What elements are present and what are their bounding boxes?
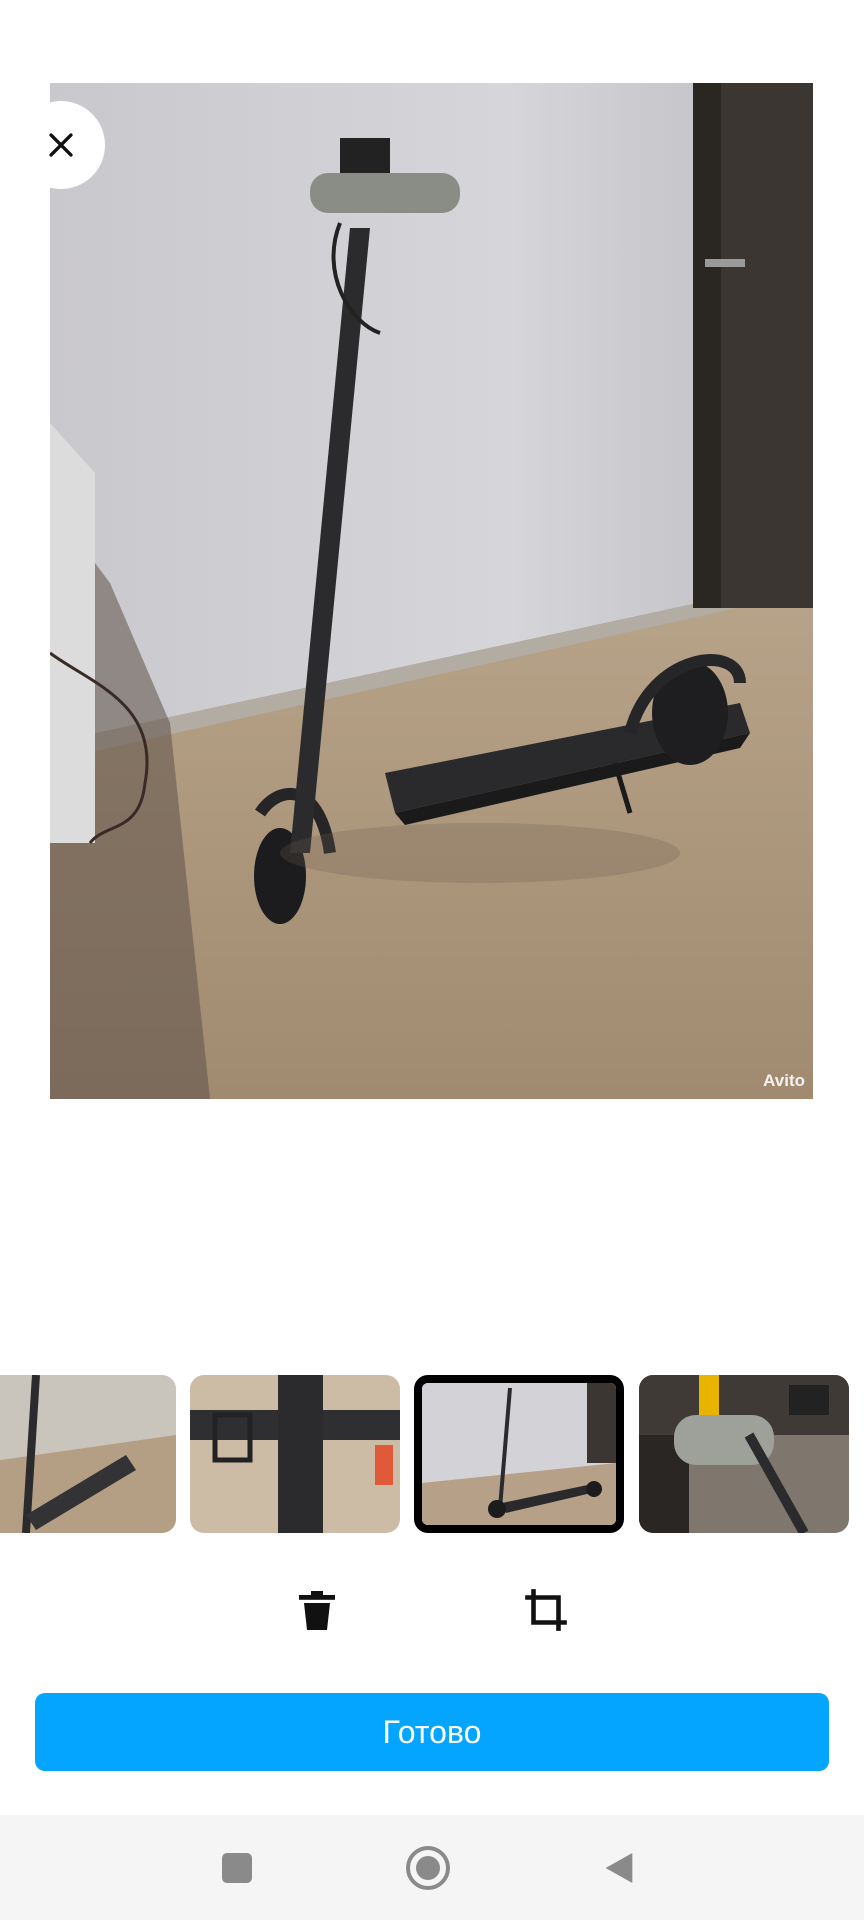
close-button[interactable] (17, 101, 105, 189)
back-button[interactable] (592, 1841, 646, 1895)
thumbnail-4[interactable] (639, 1375, 849, 1533)
crop-icon (525, 1589, 567, 1631)
thumbnail-2[interactable] (190, 1375, 400, 1533)
delete-button[interactable] (287, 1580, 347, 1640)
main-photo: Avito (50, 83, 813, 1099)
close-icon (49, 133, 73, 157)
back-triangle-icon (605, 1853, 633, 1883)
crop-button[interactable] (516, 1580, 576, 1640)
trash-icon (299, 1591, 335, 1630)
recents-button[interactable] (210, 1841, 264, 1895)
avito-watermark: Avito (763, 1071, 805, 1090)
scooter-photo (50, 83, 813, 1099)
thumbnail-1[interactable] (0, 1375, 176, 1533)
done-button[interactable]: Готово (35, 1693, 829, 1771)
thumbnail-strip[interactable] (0, 1375, 864, 1533)
thumbnail-3[interactable] (414, 1375, 624, 1533)
square-icon (222, 1853, 252, 1883)
home-circle-icon (406, 1846, 450, 1890)
home-button[interactable] (401, 1841, 455, 1895)
system-nav-bar (0, 1815, 864, 1920)
